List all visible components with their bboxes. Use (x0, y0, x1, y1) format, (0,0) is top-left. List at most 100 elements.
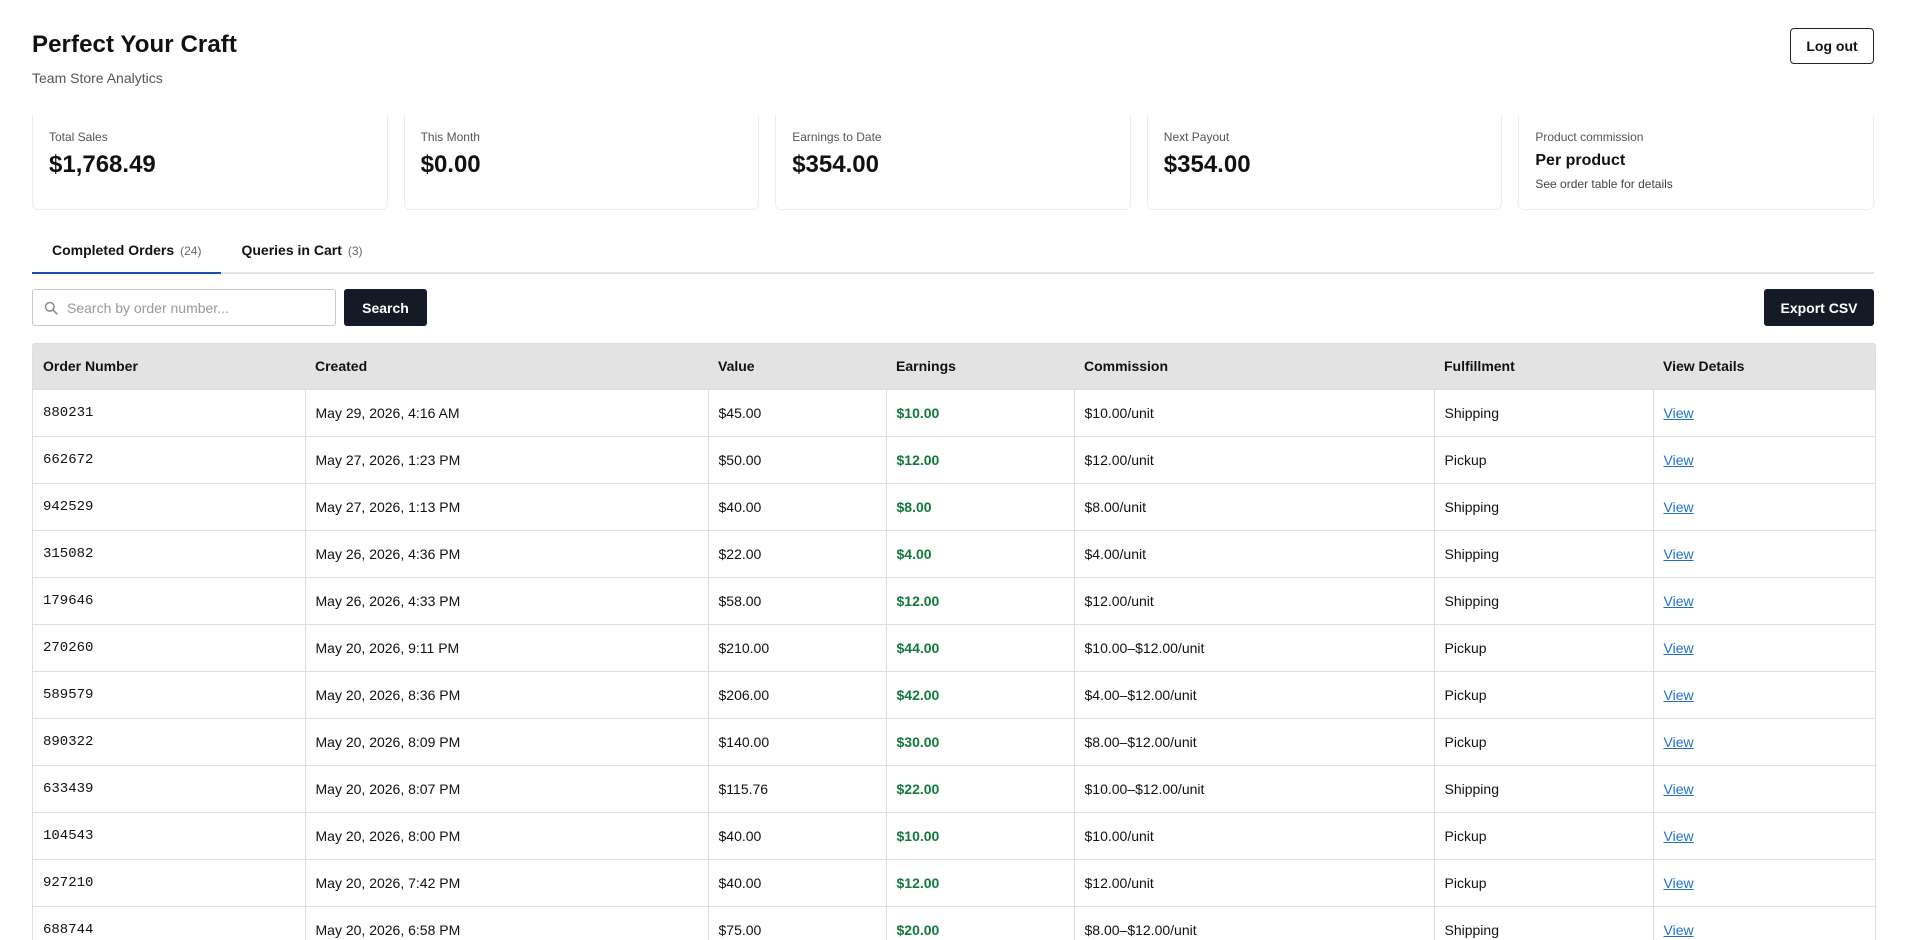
fulfillment-cell: Pickup (1433, 812, 1653, 859)
view-details-cell: View (1652, 812, 1875, 859)
fulfillment-cell: Pickup (1433, 436, 1653, 483)
order-number-cell: 589579 (43, 686, 94, 703)
view-details-link[interactable]: View (1664, 687, 1694, 703)
column-header[interactable]: Fulfillment (1434, 344, 1653, 389)
table-row: 890322 May 20, 2026, 8:09 PM $140.00 $30… (33, 718, 1875, 765)
view-details-cell: View (1652, 577, 1875, 624)
table-row: 315082 May 26, 2026, 4:36 PM $22.00 $4.0… (33, 530, 1875, 577)
created-cell: May 20, 2026, 8:09 PM (304, 718, 708, 765)
orders-table: Order Number Created Value Earnings Comm… (33, 344, 1875, 940)
order-number-cell: 662672 (43, 451, 94, 468)
commission-cell: $8.00/unit (1073, 483, 1434, 530)
commission-cell: $8.00–$12.00/unit (1073, 906, 1434, 940)
fulfillment-cell: Shipping (1433, 389, 1653, 436)
created-cell: May 26, 2026, 4:33 PM (304, 577, 708, 624)
created-cell: May 20, 2026, 8:07 PM (304, 765, 708, 812)
view-details-link[interactable]: View (1664, 875, 1694, 891)
page-subtitle: Team Store Analytics (32, 70, 163, 86)
fulfillment-cell: Pickup (1433, 718, 1653, 765)
created-cell: May 29, 2026, 4:16 AM (304, 389, 708, 436)
value-cell: $40.00 (707, 859, 886, 906)
order-number-cell: 633439 (43, 780, 94, 797)
table-row: 270260 May 20, 2026, 9:11 PM $210.00 $44… (33, 624, 1875, 671)
fulfillment-cell: Pickup (1433, 624, 1653, 671)
value-cell: $40.00 (707, 812, 886, 859)
view-details-link[interactable]: View (1664, 452, 1694, 468)
value-cell: $58.00 (707, 577, 886, 624)
view-details-link[interactable]: View (1664, 499, 1694, 515)
commission-cell: $4.00/unit (1073, 530, 1434, 577)
created-cell: May 27, 2026, 1:13 PM (304, 483, 708, 530)
stat-label: Product commission (1535, 130, 1644, 144)
page-header: Perfect Your Craft Team Store Analytics … (32, 0, 1874, 110)
column-header[interactable]: View Details (1653, 344, 1875, 389)
order-number-cell: 270260 (43, 639, 94, 656)
view-details-cell: View (1652, 436, 1875, 483)
fulfillment-cell: Shipping (1433, 577, 1653, 624)
stat-card-next-payout: Next Payout $354.00 (1146, 116, 1503, 210)
view-details-link[interactable]: View (1664, 593, 1694, 609)
stat-label: This Month (420, 130, 480, 144)
earnings-cell: $8.00 (885, 483, 1074, 530)
stat-value: $354.00 (792, 151, 879, 178)
stat-value: $1,768.49 (49, 151, 156, 178)
table-row: 633439 May 20, 2026, 8:07 PM $115.76 $22… (33, 765, 1875, 812)
order-number-cell: 890322 (43, 733, 94, 750)
fulfillment-cell: Shipping (1433, 483, 1653, 530)
view-details-link[interactable]: View (1664, 734, 1694, 750)
view-details-cell: View (1652, 718, 1875, 765)
tab-label: Queries in Cart (241, 242, 342, 258)
tab-count-badge: (3) (347, 244, 363, 258)
tab-completed-orders[interactable]: Completed Orders (24) (32, 236, 222, 274)
table-row: 589579 May 20, 2026, 8:36 PM $206.00 $42… (33, 671, 1875, 718)
tab-label: Completed Orders (52, 242, 175, 258)
order-number-cell: 104543 (43, 827, 94, 844)
earnings-cell: $10.00 (885, 389, 1074, 436)
created-cell: May 20, 2026, 8:00 PM (304, 812, 708, 859)
stat-note: See order table for details (1535, 177, 1673, 191)
table-header-row: Order Number Created Value Earnings Comm… (33, 344, 1875, 389)
fulfillment-cell: Shipping (1433, 530, 1653, 577)
earnings-cell: $44.00 (885, 624, 1074, 671)
export-csv-button[interactable]: Export CSV (1764, 289, 1874, 326)
view-details-cell: View (1652, 906, 1875, 940)
column-header[interactable]: Earnings (886, 344, 1074, 389)
created-cell: May 26, 2026, 4:36 PM (304, 530, 708, 577)
fulfillment-cell: Pickup (1433, 859, 1653, 906)
order-number-cell: 880231 (43, 404, 94, 421)
view-details-link[interactable]: View (1664, 640, 1694, 656)
view-details-link[interactable]: View (1664, 546, 1694, 562)
tab-queries-in-cart[interactable]: Queries in Cart (3) (221, 236, 382, 272)
commission-cell: $4.00–$12.00/unit (1073, 671, 1434, 718)
search-button[interactable]: Search (344, 289, 427, 326)
search-input[interactable] (67, 290, 329, 325)
view-details-link[interactable]: View (1664, 922, 1694, 938)
column-header[interactable]: Value (708, 344, 886, 389)
orders-table-container: Order Number Created Value Earnings Comm… (32, 343, 1876, 940)
fulfillment-cell: Shipping (1433, 906, 1653, 940)
column-header[interactable]: Created (305, 344, 708, 389)
earnings-cell: $42.00 (885, 671, 1074, 718)
earnings-cell: $22.00 (885, 765, 1074, 812)
earnings-cell: $20.00 (885, 906, 1074, 940)
stat-card-earnings-to-date: Earnings to Date $354.00 (775, 116, 1131, 210)
view-details-link[interactable]: View (1664, 405, 1694, 421)
commission-cell: $8.00–$12.00/unit (1073, 718, 1434, 765)
commission-cell: $10.00/unit (1073, 812, 1434, 859)
column-header[interactable]: Commission (1074, 344, 1434, 389)
order-number-cell: 315082 (43, 545, 94, 562)
view-details-link[interactable]: View (1664, 781, 1694, 797)
logout-button[interactable]: Log out (1790, 28, 1874, 64)
view-details-link[interactable]: View (1664, 828, 1694, 844)
stats-row: Total Sales $1,768.49 This Month $0.00 E… (32, 116, 1874, 210)
fulfillment-cell: Shipping (1433, 765, 1653, 812)
earnings-cell: $12.00 (885, 859, 1074, 906)
commission-cell: $12.00/unit (1073, 859, 1434, 906)
commission-cell: $12.00/unit (1073, 577, 1434, 624)
stat-card-this-month: This Month $0.00 (403, 116, 760, 210)
stat-label: Total Sales (49, 130, 108, 144)
order-number-cell: 179646 (43, 592, 94, 609)
created-cell: May 20, 2026, 9:11 PM (304, 624, 708, 671)
stat-value: $354.00 (1163, 151, 1251, 178)
column-header[interactable]: Order Number (33, 344, 305, 389)
